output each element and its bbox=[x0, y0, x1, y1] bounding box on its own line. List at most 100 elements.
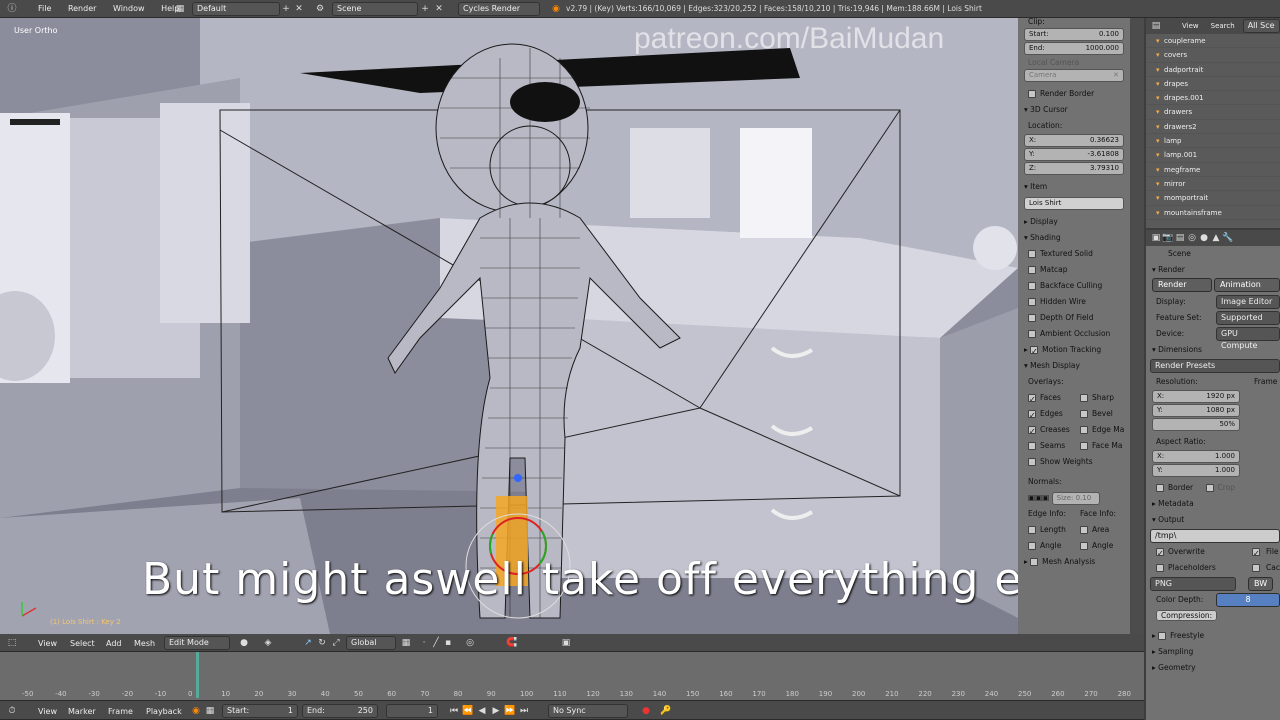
outliner-item[interactable]: mirror bbox=[1146, 177, 1280, 192]
section-3d-cursor[interactable]: ▾ 3D Cursor bbox=[1018, 102, 1130, 118]
shading-checkbox[interactable] bbox=[1028, 250, 1036, 258]
shading-checkbox[interactable] bbox=[1028, 330, 1036, 338]
overlay-option[interactable]: Edges bbox=[1028, 406, 1080, 424]
menu-add[interactable]: Add bbox=[106, 639, 122, 648]
play-icon[interactable]: ▶ bbox=[490, 705, 502, 717]
tab-scene-icon[interactable]: ◎ bbox=[1186, 232, 1198, 244]
shading-option[interactable]: Depth Of Field bbox=[1018, 310, 1130, 326]
resolution-y-field[interactable]: Y: 1080 px bbox=[1152, 404, 1240, 417]
manipulator-scale-icon[interactable]: ⤢ bbox=[330, 637, 342, 649]
info-editor-icon[interactable]: ⓘ bbox=[6, 3, 18, 15]
overlay-option[interactable]: Seams bbox=[1028, 438, 1080, 454]
section-render[interactable]: ▾ Render bbox=[1146, 262, 1280, 278]
menu-file[interactable]: File bbox=[38, 4, 51, 13]
add-layout-icon[interactable]: + bbox=[280, 3, 292, 15]
vertex-select-icon[interactable]: · bbox=[418, 637, 430, 649]
cache-result-checkbox[interactable] bbox=[1252, 564, 1260, 572]
menu-view[interactable]: View bbox=[38, 639, 57, 648]
outliner-item[interactable]: drapes bbox=[1146, 77, 1280, 92]
overlay-checkbox[interactable] bbox=[1080, 426, 1088, 434]
menu-window[interactable]: Window bbox=[113, 4, 145, 13]
next-keyframe-icon[interactable]: ⏩ bbox=[504, 705, 516, 717]
overlay-checkbox[interactable] bbox=[1028, 392, 1036, 408]
file-format-select[interactable]: PNG bbox=[1150, 577, 1236, 591]
section-mesh-analysis[interactable]: ▸ Mesh Analysis bbox=[1018, 554, 1130, 570]
jump-end-icon[interactable]: ⏭ bbox=[518, 705, 530, 717]
section-display[interactable]: ▸ Display bbox=[1018, 214, 1130, 230]
prev-keyframe-icon[interactable]: ⏪ bbox=[462, 705, 474, 717]
current-frame-field[interactable]: 1 bbox=[386, 704, 438, 718]
device-select[interactable]: GPU Compute bbox=[1216, 327, 1280, 350]
tab-modifier-icon[interactable]: 🔧 bbox=[1222, 232, 1234, 244]
timeline-menu-frame[interactable]: Frame bbox=[108, 707, 133, 716]
outliner-item[interactable]: lamp bbox=[1146, 134, 1280, 149]
tab-object-icon[interactable]: ▲ bbox=[1210, 232, 1222, 244]
resolution-x-field[interactable]: X: 1920 px bbox=[1152, 390, 1240, 403]
manipulator-translate-icon[interactable]: ↗ bbox=[302, 637, 314, 649]
bw-button[interactable]: BW bbox=[1248, 577, 1274, 591]
outliner-item[interactable]: megframe bbox=[1146, 163, 1280, 177]
section-mesh-display[interactable]: ▾ Mesh Display bbox=[1018, 358, 1130, 374]
overlay-option[interactable]: Face Ma bbox=[1080, 438, 1124, 454]
overlay-option[interactable]: Bevel bbox=[1080, 406, 1124, 422]
auto-keying-icon[interactable]: ● bbox=[640, 705, 652, 717]
render-button[interactable]: Render bbox=[1152, 278, 1212, 292]
scene-field[interactable]: Scene bbox=[332, 2, 418, 16]
render-presets-select[interactable]: Render Presets bbox=[1150, 359, 1280, 373]
outliner-display-mode[interactable]: All Sce bbox=[1242, 19, 1280, 33]
cursor-y-field[interactable]: Y: -3.61808 bbox=[1024, 148, 1124, 161]
output-path-field[interactable]: /tmp\ bbox=[1150, 529, 1280, 543]
timeline-menu-marker[interactable]: Marker bbox=[68, 707, 96, 716]
crop-checkbox[interactable] bbox=[1205, 484, 1214, 492]
remove-scene-icon[interactable]: ✕ bbox=[433, 3, 445, 15]
overlay-checkbox[interactable] bbox=[1080, 394, 1088, 402]
normal-buttons-icon[interactable]: ▣▣▣ bbox=[1028, 493, 1049, 502]
outliner-item[interactable]: drawers2 bbox=[1146, 120, 1280, 135]
scene-icon[interactable]: ⚙ bbox=[314, 3, 326, 15]
screen-layout-icon[interactable]: ▦ bbox=[174, 3, 186, 15]
shading-checkbox[interactable] bbox=[1028, 282, 1036, 290]
viewport-editor-icon[interactable]: ⬚ bbox=[6, 637, 18, 649]
cursor-x-field[interactable]: X: 0.36623 bbox=[1024, 134, 1124, 147]
section-metadata[interactable]: ▸ Metadata bbox=[1146, 496, 1280, 512]
timeline-menu-playback[interactable]: Playback bbox=[146, 707, 182, 716]
overlay-option[interactable]: Sharp bbox=[1080, 390, 1124, 406]
preview-range-icon[interactable]: ▦ bbox=[204, 705, 216, 717]
section-item[interactable]: ▾ Item bbox=[1018, 179, 1130, 195]
clip-start-field[interactable]: Start: 0.100 bbox=[1024, 28, 1124, 41]
item-name-field[interactable]: Lois Shirt bbox=[1024, 197, 1124, 210]
screen-layout-field[interactable]: Default bbox=[192, 2, 280, 16]
overlay-option[interactable]: Edge Ma bbox=[1080, 422, 1124, 438]
feature-set-select[interactable]: Supported bbox=[1216, 311, 1280, 325]
timeline-ruler[interactable]: -50 -40 -30 -20 -10 0 10 20 30 40 50 60 70 80 90 100 110… bbox=[0, 652, 1144, 700]
remove-layout-icon[interactable]: ✕ bbox=[293, 3, 305, 15]
jump-start-icon[interactable]: ⏮ bbox=[448, 705, 460, 717]
play-reverse-icon[interactable]: ◀ bbox=[476, 705, 488, 717]
section-motion-tracking[interactable]: ▸ Motion Tracking bbox=[1018, 342, 1130, 360]
outliner-item[interactable]: covers bbox=[1146, 48, 1280, 63]
sync-mode-select[interactable]: No Sync bbox=[548, 704, 628, 718]
end-frame-field[interactable]: End: 250 bbox=[302, 704, 378, 718]
menu-mesh[interactable]: Mesh bbox=[134, 639, 155, 648]
file-extensions-checkbox[interactable] bbox=[1252, 546, 1260, 562]
overlay-checkbox[interactable] bbox=[1080, 442, 1088, 450]
normal-size-field[interactable]: Size: 0.10 bbox=[1051, 492, 1100, 505]
edge-select-icon[interactable]: ╱ bbox=[430, 637, 442, 649]
timeline-editor-icon[interactable]: ⏱ bbox=[6, 705, 18, 717]
section-dimensions[interactable]: ▾ Dimensions bbox=[1146, 342, 1280, 358]
snap-icon[interactable]: 🧲 bbox=[506, 637, 518, 649]
section-geometry[interactable]: ▸ Geometry bbox=[1146, 660, 1280, 676]
keyframe-record-icon[interactable]: ◉ bbox=[190, 705, 202, 717]
show-weights-checkbox[interactable] bbox=[1028, 458, 1036, 466]
shading-option[interactable]: Hidden Wire bbox=[1018, 294, 1130, 310]
add-scene-icon[interactable]: + bbox=[419, 3, 431, 15]
start-frame-field[interactable]: Start: 1 bbox=[222, 704, 298, 718]
timeline-menu-view[interactable]: View bbox=[38, 707, 57, 716]
outliner-editor-icon[interactable]: ▤ bbox=[1150, 20, 1162, 32]
outliner-item[interactable]: drawers bbox=[1146, 105, 1280, 120]
overlay-option[interactable]: Faces bbox=[1028, 390, 1080, 408]
camera-field[interactable]: Camera ✕ bbox=[1024, 69, 1124, 82]
properties-editor-icon[interactable]: ▣ bbox=[1150, 232, 1162, 244]
aspect-x-field[interactable]: X: 1.000 bbox=[1152, 450, 1240, 463]
render-border-checkbox[interactable] bbox=[1028, 90, 1036, 98]
